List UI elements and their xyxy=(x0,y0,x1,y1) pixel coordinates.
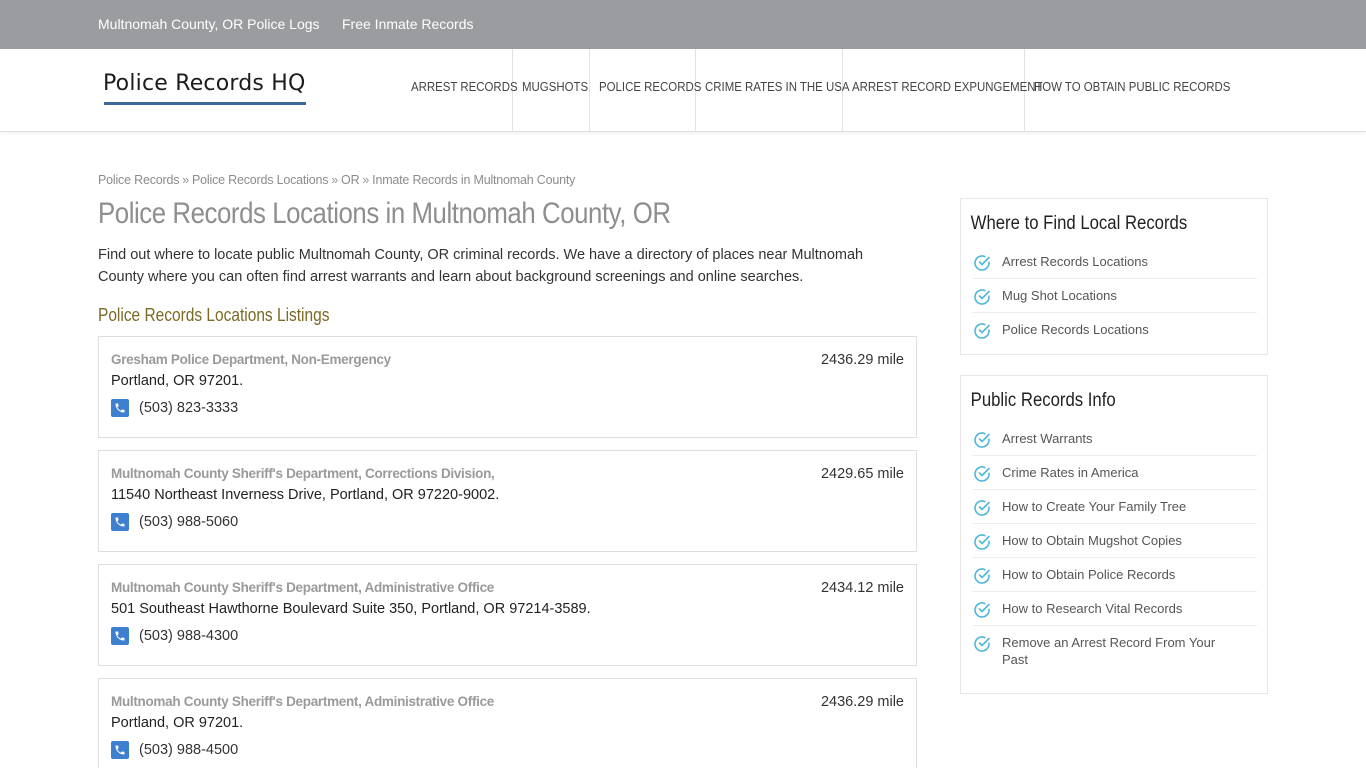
site-header: Police Records HQ ARREST RECORDS MUGSHOT… xyxy=(0,49,1366,132)
logo-underline xyxy=(104,102,306,105)
sidebar-link-label: Arrest Warrants xyxy=(1002,431,1093,446)
nav-crime-rates[interactable]: CRIME RATES IN THE USA xyxy=(696,49,850,132)
check-circle-icon xyxy=(974,568,990,584)
listings-heading: Police Records Locations Listings xyxy=(98,305,330,325)
sidebar-link-arrest-records-locations[interactable]: Arrest Records Locations xyxy=(972,245,1257,279)
phone-icon xyxy=(111,741,129,759)
listing-card: Multnomah County Sheriff's Department, C… xyxy=(98,450,917,552)
sidebar-link-mugshot-copies[interactable]: How to Obtain Mugshot Copies xyxy=(972,524,1257,558)
check-circle-icon xyxy=(974,466,990,482)
sidebar-link-label: How to Obtain Police Records xyxy=(1002,567,1176,582)
listing-card: Multnomah County Sheriff's Department, A… xyxy=(98,564,917,666)
breadcrumb-locations[interactable]: Police Records Locations xyxy=(192,173,328,187)
listing-distance: 2436.29 mile xyxy=(820,352,904,368)
breadcrumb-separator: » xyxy=(182,173,190,187)
breadcrumb-separator: » xyxy=(362,173,370,187)
site-logo[interactable]: Police Records HQ xyxy=(103,71,306,96)
check-circle-icon xyxy=(974,289,990,305)
sidebar-link-remove-arrest-record[interactable]: Remove an Arrest Record From Your Past xyxy=(972,626,1257,676)
sidebar-link-police-records-locations[interactable]: Police Records Locations xyxy=(972,313,1257,346)
sidebar-info-list: Arrest Warrants Crime Rates in America H… xyxy=(961,412,1267,676)
main-nav: ARREST RECORDS MUGSHOTS POLICE RECORDS C… xyxy=(402,49,1230,132)
check-circle-icon xyxy=(974,255,990,271)
sidebar-link-arrest-warrants[interactable]: Arrest Warrants xyxy=(972,422,1257,456)
top-bar: Multnomah County, OR Police Logs Free In… xyxy=(0,0,1366,49)
breadcrumb: Police Records» Police Records Locations»… xyxy=(98,173,575,187)
nav-public-records[interactable]: HOW TO OBTAIN PUBLIC RECORDS xyxy=(1025,49,1230,132)
sidebar-link-label: Mug Shot Locations xyxy=(1002,288,1117,303)
listing-address: Portland, OR 97201. xyxy=(111,373,244,389)
breadcrumb-separator: » xyxy=(331,173,339,187)
listing-name[interactable]: Multnomah County Sheriff's Department, A… xyxy=(111,580,494,595)
listing-phone[interactable]: (503) 988-4500 xyxy=(139,742,238,758)
nav-label: HOW TO OBTAIN PUBLIC RECORDS xyxy=(1034,79,1231,94)
sidebar-link-label: How to Obtain Mugshot Copies xyxy=(1002,533,1182,548)
sidebar-local-title: Where to Find Local Records xyxy=(970,213,1188,234)
topbar-link-police-logs[interactable]: Multnomah County, OR Police Logs xyxy=(98,16,320,32)
listing-distance: 2436.29 mile xyxy=(820,694,904,710)
listing-name[interactable]: Multnomah County Sheriff's Department, A… xyxy=(111,694,494,709)
sidebar-local-list: Arrest Records Locations Mug Shot Locati… xyxy=(961,235,1267,346)
check-circle-icon xyxy=(974,323,990,339)
breadcrumb-state[interactable]: OR xyxy=(341,173,360,187)
nav-label: ARREST RECORDS xyxy=(411,79,518,94)
check-circle-icon xyxy=(974,636,990,652)
nav-arrest-records[interactable]: ARREST RECORDS xyxy=(402,49,518,132)
sidebar-link-obtain-police-records[interactable]: How to Obtain Police Records xyxy=(972,558,1257,592)
sidebar-link-label: Arrest Records Locations xyxy=(1002,254,1148,269)
page-title: Police Records Locations in Multnomah Co… xyxy=(98,197,671,230)
phone-icon xyxy=(111,399,129,417)
sidebar-link-crime-rates[interactable]: Crime Rates in America xyxy=(972,456,1257,490)
sidebar-link-family-tree[interactable]: How to Create Your Family Tree xyxy=(972,490,1257,524)
listing-phone[interactable]: (503) 988-4300 xyxy=(139,628,238,644)
listing-card: Gresham Police Department, Non-Emergency… xyxy=(98,336,917,438)
sidebar-link-mug-shot-locations[interactable]: Mug Shot Locations xyxy=(972,279,1257,313)
phone-icon xyxy=(111,627,129,645)
nav-police-records[interactable]: POLICE RECORDS xyxy=(590,49,701,132)
breadcrumb-police-records[interactable]: Police Records xyxy=(98,173,179,187)
sidebar-link-label: How to Create Your Family Tree xyxy=(1002,499,1187,514)
check-circle-icon xyxy=(974,432,990,448)
sidebar-public-records-info: Public Records Info Arrest Warrants Crim… xyxy=(960,375,1268,694)
nav-label: ARREST RECORD EXPUNGEMENT xyxy=(852,79,1043,94)
nav-mugshots[interactable]: MUGSHOTS xyxy=(513,49,590,132)
listing-address: 501 Southeast Hawthorne Boulevard Suite … xyxy=(111,601,591,617)
check-circle-icon xyxy=(974,534,990,550)
nav-label: POLICE RECORDS xyxy=(599,79,702,94)
listing-name[interactable]: Multnomah County Sheriff's Department, C… xyxy=(111,466,495,481)
sidebar-link-vital-records[interactable]: How to Research Vital Records xyxy=(972,592,1257,626)
nav-label: MUGSHOTS xyxy=(522,79,589,94)
listing-name[interactable]: Gresham Police Department, Non-Emergency xyxy=(111,352,391,367)
check-circle-icon xyxy=(974,602,990,618)
sidebar-link-label: Crime Rates in America xyxy=(1002,465,1139,480)
sidebar-local-records: Where to Find Local Records Arrest Recor… xyxy=(960,198,1268,355)
phone-icon xyxy=(111,513,129,531)
breadcrumb-current[interactable]: Inmate Records in Multnomah County xyxy=(372,173,575,187)
listing-address: Portland, OR 97201. xyxy=(111,715,244,731)
topbar-link-inmate-records[interactable]: Free Inmate Records xyxy=(342,16,474,32)
listing-phone[interactable]: (503) 988-5060 xyxy=(139,514,238,530)
sidebar-link-label: How to Research Vital Records xyxy=(1002,601,1183,616)
sidebar-link-label: Remove an Arrest Record From Your Past xyxy=(1002,635,1216,667)
sidebar-link-label: Police Records Locations xyxy=(1002,322,1149,337)
listing-address: 11540 Northeast Inverness Drive, Portlan… xyxy=(111,487,500,503)
nav-expungement[interactable]: ARREST RECORD EXPUNGEMENT xyxy=(843,49,1042,132)
intro-paragraph: Find out where to locate public Multnoma… xyxy=(98,247,864,285)
listing-phone[interactable]: (503) 823-3333 xyxy=(139,400,238,416)
check-circle-icon xyxy=(974,500,990,516)
listing-card: Multnomah County Sheriff's Department, A… xyxy=(98,678,917,768)
nav-label: CRIME RATES IN THE USA xyxy=(705,79,850,94)
listing-distance: 2434.12 mile xyxy=(820,580,904,596)
sidebar-info-title: Public Records Info xyxy=(970,390,1116,411)
listing-distance: 2429.65 mile xyxy=(820,466,904,482)
